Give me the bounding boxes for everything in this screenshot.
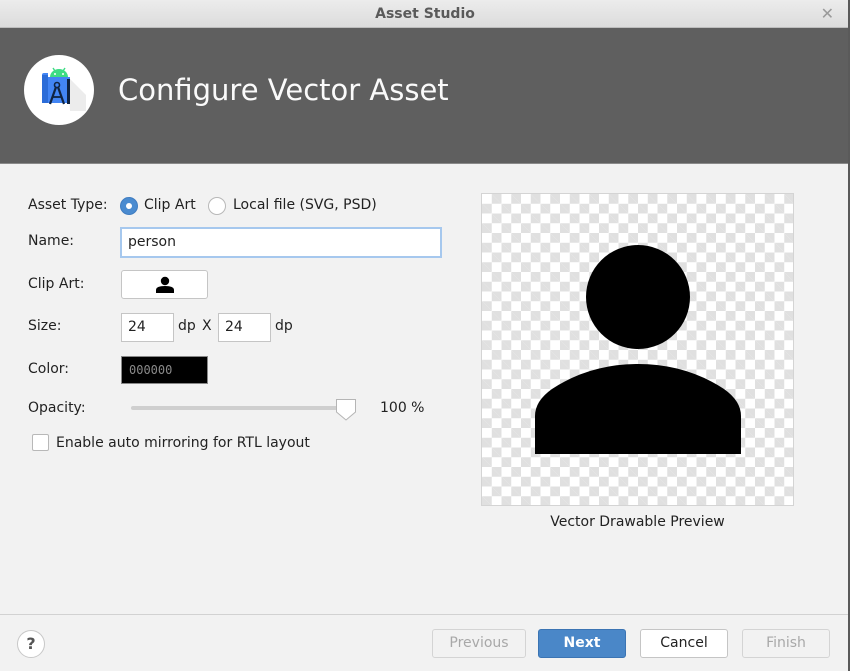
opacity-label: Opacity: [28,400,86,416]
size-width-input[interactable]: 24 [121,313,174,342]
size-separator: X [202,318,212,334]
opacity-slider-track[interactable] [131,406,346,410]
window-title: Asset Studio [375,6,475,22]
cancel-button[interactable]: Cancel [640,629,728,658]
size-height-input[interactable]: 24 [218,313,271,342]
next-button[interactable]: Next [538,629,626,658]
color-label: Color: [28,361,70,377]
size-label: Size: [28,318,62,334]
preview-caption: Vector Drawable Preview [550,514,725,530]
page-title: Configure Vector Asset [118,73,449,107]
window-titlebar: Asset Studio ✕ [0,0,850,28]
vector-preview [481,193,794,506]
opacity-slider-thumb[interactable] [335,398,357,422]
local-file-radio-label[interactable]: Local file (SVG, PSD) [233,197,377,213]
previous-button[interactable]: Previous [432,629,526,658]
close-icon[interactable]: ✕ [821,4,834,23]
local-file-radio[interactable] [208,197,226,215]
help-icon[interactable]: ? [17,630,45,658]
size-height-unit: dp [275,318,293,334]
asset-type-label: Asset Type: [28,197,108,213]
clip-art-label: Clip Art: [28,276,85,292]
name-label: Name: [28,233,75,249]
footer-divider [0,614,850,615]
wizard-header: Configure Vector Asset [0,28,850,164]
finish-button[interactable]: Finish [742,629,830,658]
android-studio-logo-icon [24,55,94,125]
auto-mirroring-checkbox[interactable] [32,434,49,451]
person-icon [156,276,174,293]
clip-art-radio[interactable] [120,197,138,215]
clip-art-radio-label[interactable]: Clip Art [144,197,196,213]
opacity-value: 100 % [380,400,425,416]
auto-mirroring-label[interactable]: Enable auto mirroring for RTL layout [56,435,310,451]
size-width-unit: dp [178,318,196,334]
color-swatch-button[interactable]: 000000 [121,356,208,384]
clip-art-button[interactable] [121,270,208,299]
person-icon [535,245,741,454]
name-input[interactable]: person [120,227,442,258]
